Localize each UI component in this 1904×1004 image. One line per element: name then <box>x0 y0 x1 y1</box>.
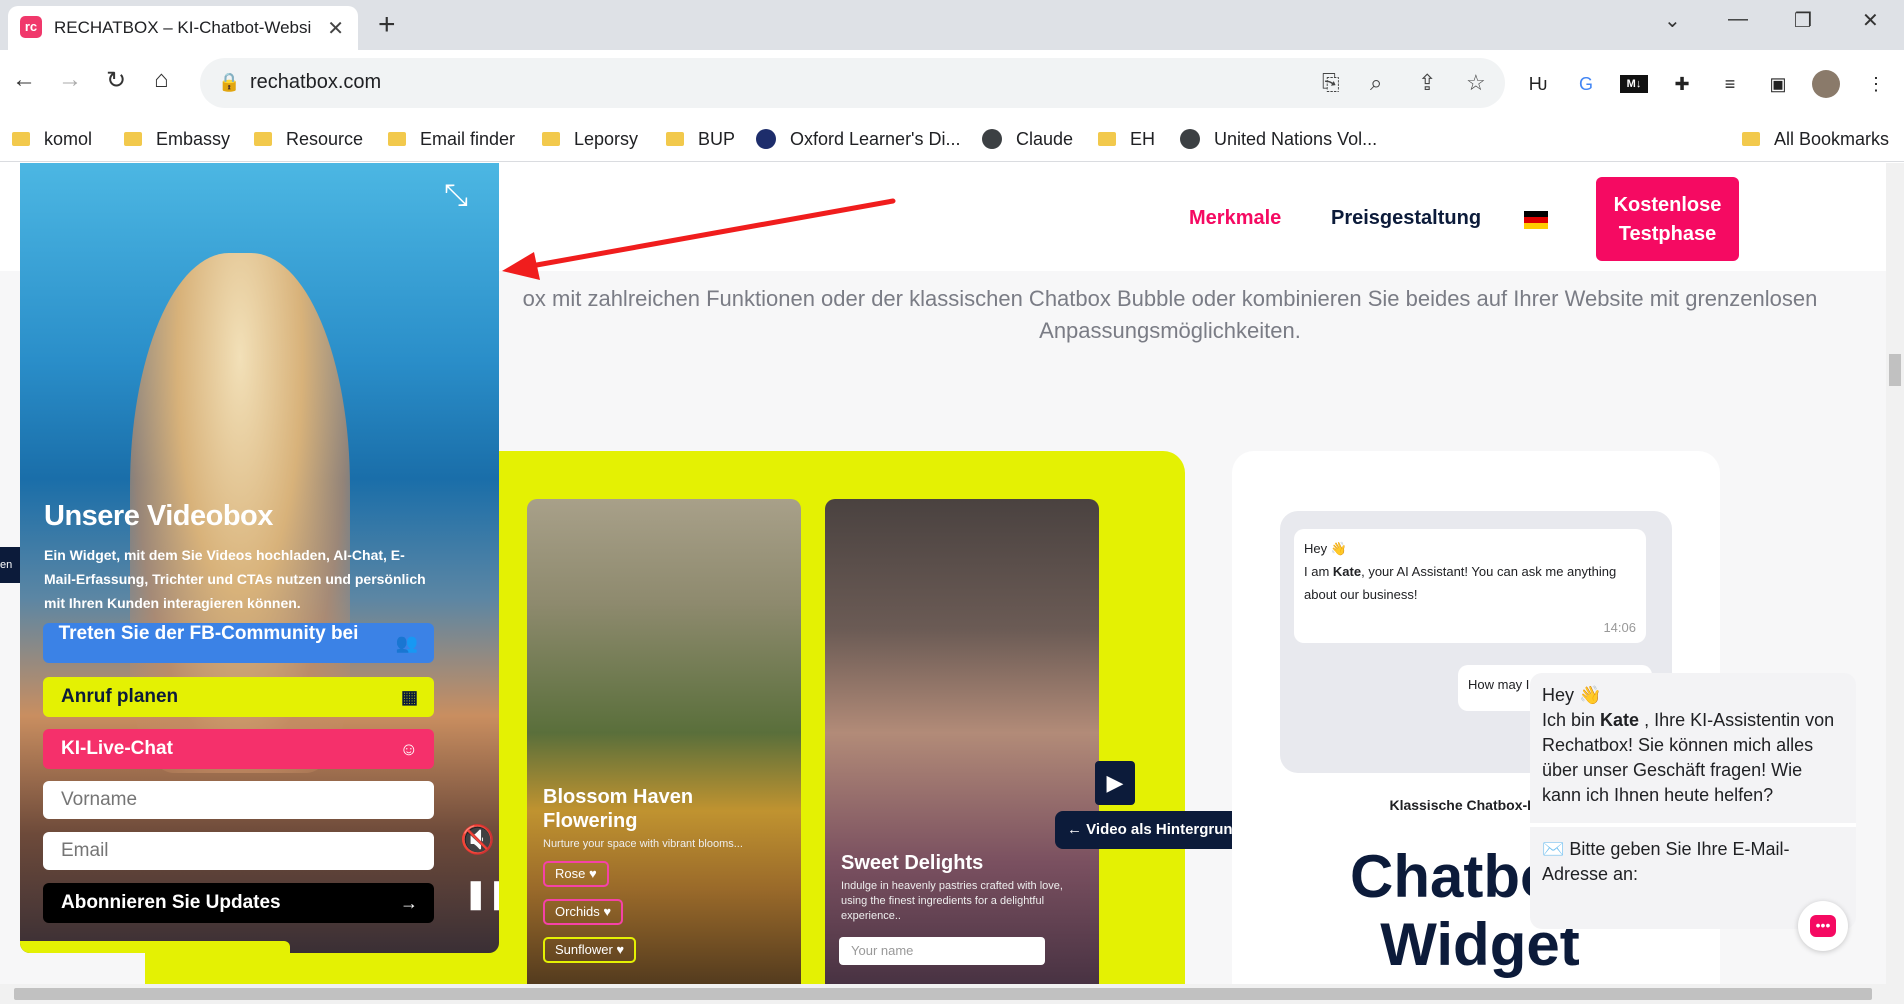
tab-title: RECHATBOX – KI-Chatbot-Websi <box>54 18 312 37</box>
profile-avatar[interactable] <box>1812 70 1840 98</box>
tab-search-icon[interactable]: ⌄ <box>1664 8 1681 33</box>
browser-toolbar: ← → ↻ ⌂ 🔒 rechatbox.com ⎘ ⌕ ⇪ ☆ Ƕ G M↓ ✚… <box>0 50 1904 116</box>
left-edge-fragment: en S <box>0 547 20 583</box>
translate-icon[interactable]: ⎘ <box>1322 70 1340 96</box>
bookmark-claude[interactable]: Claude <box>982 125 1073 153</box>
folder-icon <box>666 132 684 146</box>
bookmark-embassy[interactable]: Embassy <box>124 125 230 153</box>
url-text[interactable]: rechatbox.com <box>250 71 381 94</box>
new-tab-button[interactable]: + <box>378 8 396 42</box>
markdown-icon[interactable]: M↓ <box>1620 75 1648 93</box>
rechatbox-favicon-icon: rc <box>20 16 42 38</box>
address-bar[interactable]: 🔒 rechatbox.com ⎘ ⌕ ⇪ ☆ <box>200 58 1505 108</box>
bookmark-bup[interactable]: BUP <box>666 125 735 153</box>
card-description: Indulge in heavenly pastries crafted wit… <box>841 880 1063 922</box>
collapse-icon[interactable]: ⤡ <box>444 179 468 213</box>
schedule-call-button[interactable]: Anruf planen ▦ <box>43 677 434 717</box>
first-name-input[interactable] <box>43 781 434 819</box>
group-icon: 👥 <box>395 633 418 653</box>
fb-community-button[interactable]: Treten Sie der FB-Community bei 👥 <box>43 623 434 663</box>
nav-pricing-link[interactable]: Preisgestaltung <box>1331 207 1481 230</box>
subscribe-button[interactable]: Abonnieren Sie Updates → <box>43 883 434 923</box>
minimize-icon[interactable]: — <box>1728 8 1748 31</box>
vertical-scrollbar[interactable] <box>1886 163 1904 1004</box>
folder-icon <box>254 132 272 146</box>
card-title: Blossom Haven Flowering <box>543 786 694 832</box>
widget-description: Ein Widget, mit dem Sie Videos hochladen… <box>44 547 426 611</box>
bookmark-eh[interactable]: EH <box>1098 125 1155 153</box>
bookmark-star-icon[interactable]: ☆ <box>1466 70 1486 96</box>
zoom-icon[interactable]: ⌕ <box>1370 70 1382 96</box>
forward-icon[interactable]: → <box>58 66 82 94</box>
side-panel-icon[interactable]: ▣ <box>1764 70 1792 98</box>
video-card-flowers[interactable]: Blossom Haven Flowering Nurture your spa… <box>527 499 801 984</box>
chat-icon: ••• <box>1810 915 1836 937</box>
window-close-icon[interactable]: ✕ <box>1862 8 1879 33</box>
video-card-donuts[interactable]: Sweet Delights Indulge in heavenly pastr… <box>825 499 1099 984</box>
folder-icon <box>542 132 560 146</box>
google-translate-icon[interactable]: G <box>1572 70 1600 98</box>
live-chat-button[interactable]: KI-Live-Chat ☺ <box>43 729 434 769</box>
reading-list-icon[interactable]: ≡ <box>1716 70 1744 98</box>
chat-launcher-button[interactable]: ••• <box>1798 901 1848 951</box>
email-input[interactable] <box>43 832 434 870</box>
german-flag-icon[interactable] <box>1524 211 1548 229</box>
globe-icon <box>982 129 1002 149</box>
share-icon[interactable]: ⇪ <box>1418 70 1436 96</box>
tag-orchids[interactable]: Orchids ♥ <box>543 899 624 925</box>
browser-tab[interactable]: rc RECHATBOX – KI-Chatbot-Websi ✕ <box>8 6 358 50</box>
folder-icon <box>388 132 406 146</box>
bookmark-oxford[interactable]: Oxford Learner's Di... <box>756 125 961 153</box>
bookmark-komol[interactable]: komol <box>12 125 92 153</box>
menu-kebab-icon[interactable]: ⋮ <box>1862 70 1890 98</box>
restore-icon[interactable]: ❐ <box>1794 8 1812 33</box>
card-name-input[interactable]: Your name <box>839 937 1045 965</box>
message-time: 14:06 <box>1603 620 1636 635</box>
chat-bubble-popup: Hey 👋 Ich bin Kate , Ihre KI-Assistentin… <box>1530 673 1856 929</box>
mute-icon[interactable]: 🔇 <box>460 823 495 856</box>
folder-icon <box>12 132 30 146</box>
bookmark-email-finder[interactable]: Email finder <box>388 125 515 153</box>
tag-sunflower[interactable]: Sunflower ♥ <box>543 937 637 963</box>
horizontal-scroll-thumb[interactable] <box>14 988 1872 1000</box>
bookmark-all-bookmarks[interactable]: All Bookmarks <box>1742 125 1889 153</box>
extension-h-icon[interactable]: Ƕ <box>1524 70 1552 98</box>
bookmark-leporsy[interactable]: Leporsy <box>542 125 638 153</box>
folder-icon <box>1742 132 1760 146</box>
videobox-widget: ⤡ Unsere Videobox Ein Widget, mit dem Si… <box>20 163 499 953</box>
folder-icon <box>124 132 142 146</box>
next-arrow-icon[interactable]: ▶ <box>1095 761 1135 805</box>
folder-icon <box>1098 132 1116 146</box>
card-description: Nurture your space with vibrant blooms..… <box>543 838 743 850</box>
globe-icon <box>1180 129 1200 149</box>
nav-features-link[interactable]: Merkmale <box>1189 207 1281 230</box>
pause-icon[interactable]: ❚❚ <box>464 877 499 910</box>
free-trial-button[interactable]: Kostenlose Testphase <box>1596 177 1739 261</box>
intro-text: ox mit zahlreichen Funktionen oder der k… <box>522 286 1818 343</box>
arrow-right-icon: → <box>400 893 418 913</box>
home-icon[interactable]: ⌂ <box>154 66 169 94</box>
widget-title: Unsere Videobox <box>44 500 273 532</box>
tab-close-icon[interactable]: ✕ <box>327 16 344 41</box>
extensions-puzzle-icon[interactable]: ✚ <box>1668 70 1696 98</box>
bookmark-resource[interactable]: Resource <box>254 125 363 153</box>
back-icon[interactable]: ← <box>12 66 36 94</box>
smiley-icon: ☺ <box>399 739 418 759</box>
tab-strip: rc RECHATBOX – KI-Chatbot-Websi ✕ + ⌄ — … <box>0 0 1904 50</box>
email-prompt: ✉️ Bitte geben Sie Ihre E-Mail-Adresse a… <box>1530 823 1856 884</box>
reload-icon[interactable]: ↻ <box>106 66 126 95</box>
bookmark-united-nations[interactable]: United Nations Vol... <box>1180 125 1377 153</box>
assistant-message: Hey 👋 I am Kate, your AI Assistant! You … <box>1294 529 1646 643</box>
calendar-icon: ▦ <box>400 687 418 707</box>
tag-rose[interactable]: Rose ♥ <box>543 861 609 887</box>
widget-bottom-strip <box>20 941 290 953</box>
card-title: Sweet Delights <box>841 852 984 874</box>
bookmarks-bar: komol Embassy Resource Email finder Lepo… <box>0 116 1904 162</box>
lock-icon[interactable]: 🔒 <box>218 72 240 93</box>
vertical-scroll-thumb[interactable] <box>1889 354 1901 386</box>
oxford-icon <box>756 129 776 149</box>
